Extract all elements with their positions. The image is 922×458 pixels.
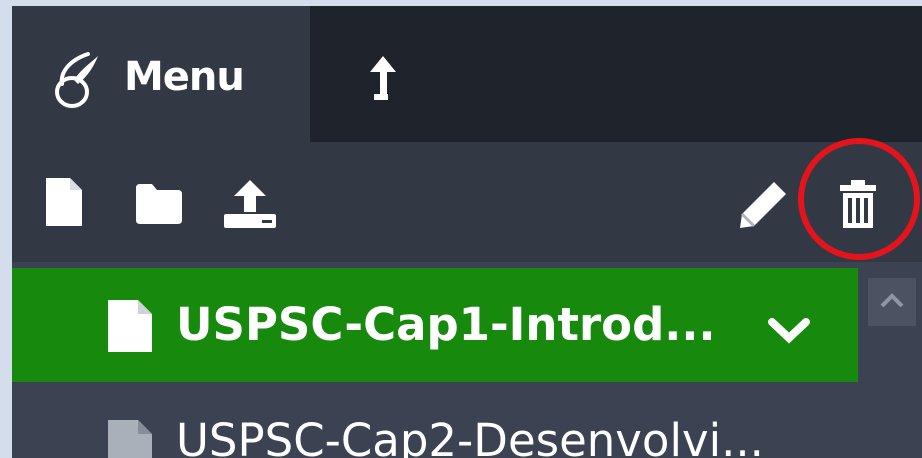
top-bar: Menu — [12, 6, 922, 142]
chevron-down-icon[interactable] — [768, 316, 810, 346]
file-icon — [108, 300, 152, 352]
file-icon — [108, 420, 152, 458]
file-tree-panel: Menu USPSC-Cap1-Introd... USPSC-Cap2-Des… — [12, 6, 922, 458]
file-item[interactable]: USPSC-Cap2-Desenvolvi... — [12, 382, 922, 458]
rename-pencil-icon[interactable] — [738, 180, 788, 230]
annotation-circle — [798, 138, 920, 260]
new-folder-icon[interactable] — [136, 184, 182, 224]
menu-label: Menu — [124, 54, 245, 100]
chevron-up-icon — [880, 293, 904, 308]
file-item-label: USPSC-Cap2-Desenvolvi... — [176, 414, 764, 458]
file-tree-toolbar — [12, 142, 922, 262]
overleaf-logo-icon — [55, 52, 98, 108]
new-file-icon[interactable] — [46, 178, 82, 226]
scrollbar-up-button[interactable] — [868, 278, 916, 326]
file-item-label: USPSC-Cap1-Introd... — [176, 298, 716, 351]
file-list: USPSC-Cap1-Introd... USPSC-Cap2-Desenvol… — [12, 262, 922, 458]
up-arrow-icon[interactable] — [368, 54, 398, 104]
upload-icon[interactable] — [222, 180, 278, 228]
menu-button[interactable]: Menu — [12, 6, 310, 142]
file-item-selected[interactable]: USPSC-Cap1-Introd... — [12, 268, 858, 382]
